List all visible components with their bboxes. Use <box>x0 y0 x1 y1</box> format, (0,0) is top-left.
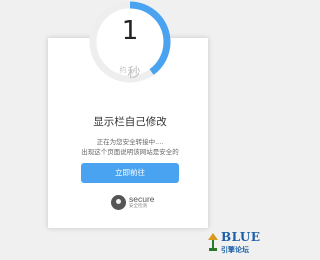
desc-line-1: 正在为您安全转接中.... <box>96 138 164 146</box>
lamp-figure-icon <box>208 233 218 251</box>
secure-label: secure <box>129 194 155 204</box>
go-now-button[interactable]: 立即前往 <box>81 163 179 183</box>
watermark-sub: 引擎论坛 <box>221 245 249 254</box>
countdown-ring: 1 约秒 <box>88 0 172 84</box>
watermark-brand: BLUE <box>221 230 261 244</box>
countdown-unit-group: 约秒 <box>88 62 172 82</box>
countdown-unit-prefix: 约 <box>119 66 127 74</box>
page-title: 显示栏自己修改 <box>93 116 167 128</box>
desc-line-2: 出现这个页面说明该网站是安全的 <box>81 148 179 156</box>
countdown-number: 1 <box>121 16 139 46</box>
countdown-unit: 秒 <box>127 66 141 81</box>
secure-seal-icon <box>111 195 126 210</box>
redirect-description: 正在为您安全转接中.... 出现这个页面说明该网站是安全的 <box>0 137 260 157</box>
watermark-logo: BLUE 引擎论坛 <box>205 228 260 260</box>
secure-badge: secure 安全检测 <box>111 194 171 213</box>
secure-sublabel: 安全检测 <box>129 204 147 209</box>
